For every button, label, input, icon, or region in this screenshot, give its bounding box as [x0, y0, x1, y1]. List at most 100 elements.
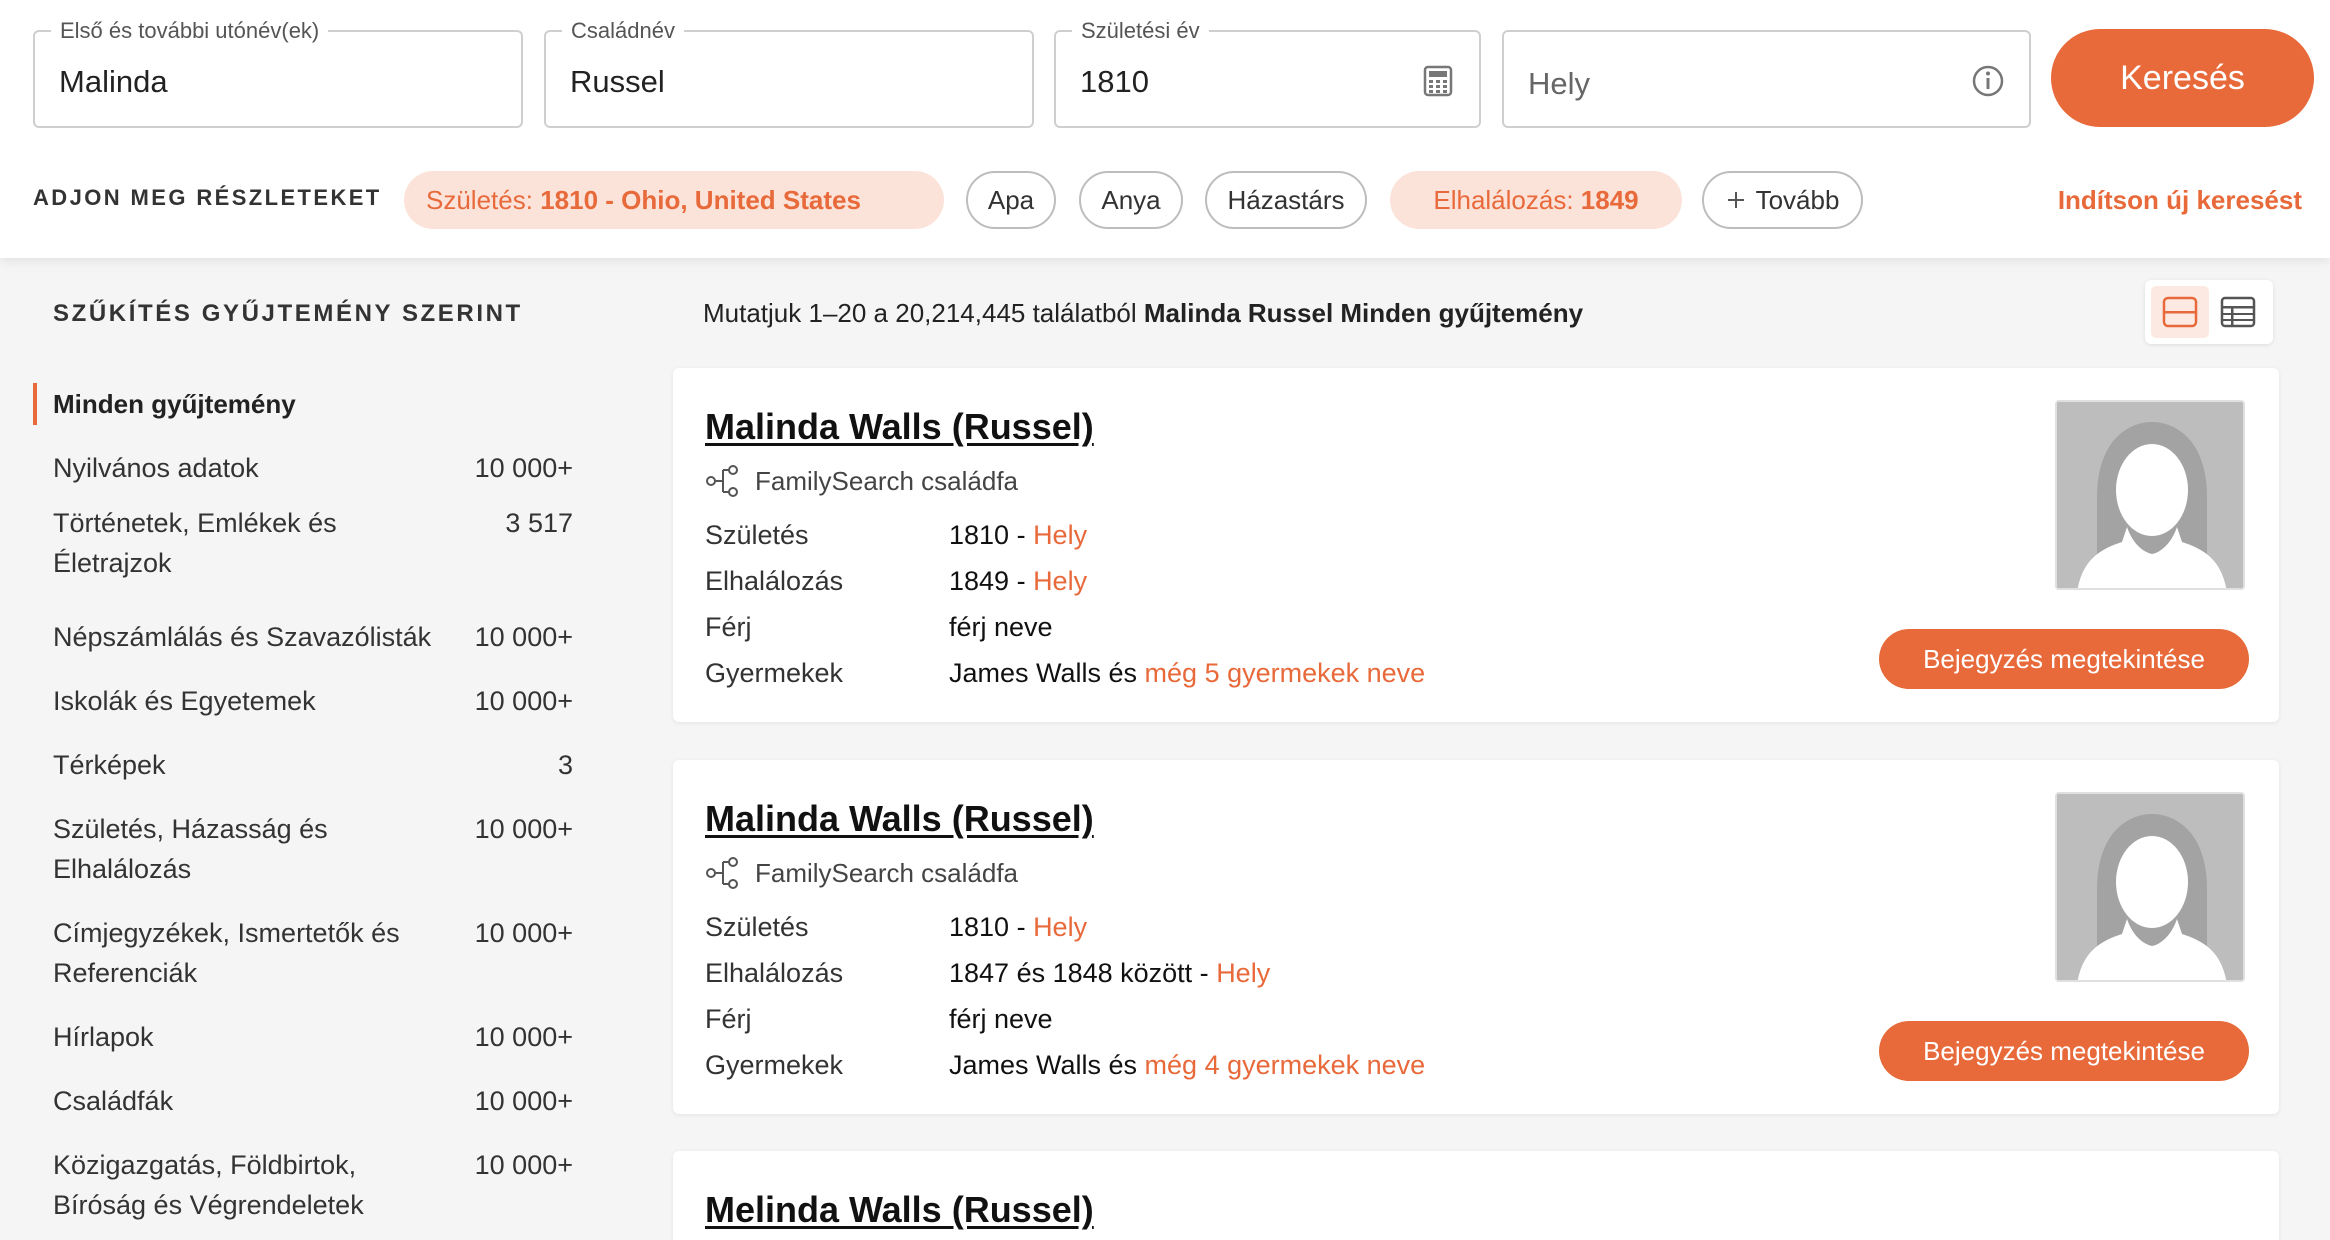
birth-value: 1810 - Hely — [949, 912, 1087, 943]
more-chip-label: Tovább — [1755, 184, 1840, 215]
birth-place-link[interactable]: Hely — [1033, 912, 1087, 942]
death-place-link[interactable]: Hely — [1033, 566, 1087, 596]
view-record-button[interactable]: Bejegyzés megtekintése — [1879, 629, 2249, 689]
person-name-link[interactable]: Melinda Walls (Russel) — [705, 1189, 1094, 1231]
details-label: ADJON MEG RÉSZLETEKET — [33, 185, 382, 210]
view-record-button[interactable]: Bejegyzés megtekintése — [1879, 1021, 2249, 1081]
sidebar-item-all[interactable]: Minden gyűjtemény — [33, 383, 296, 425]
result-card: Malinda Walls (Russel) FamilySearch csal… — [673, 368, 2279, 722]
birth-year-value[interactable]: 1810 — [1080, 64, 1149, 100]
children-value: James Walls és még 5 gyermekek neve — [949, 658, 1425, 689]
sidebar-item-count: 10 000+ — [474, 814, 573, 844]
sidebar-item-count: 10 000+ — [474, 453, 573, 483]
spouse-name-link[interactable]: férj neve — [949, 1004, 1053, 1035]
sidebar-item-label: Népszámlálás és Szavazólisták — [53, 622, 432, 652]
spouse-label: Férj — [705, 612, 752, 642]
death-chip-value: 1849 — [1580, 184, 1639, 215]
given-name-field[interactable]: Első és további utónév(ek) Malinda — [33, 18, 523, 128]
sidebar-item-vital-records[interactable]: Születés, Házasság és Elhalálozás 10 000… — [53, 809, 573, 889]
father-chip[interactable]: Apa — [966, 171, 1056, 229]
sidebar-item-label: Születés, Házasság és Elhalálozás — [53, 814, 328, 884]
children-label: Gyermekek — [705, 658, 844, 688]
sidebar-item-count: 10 000+ — [474, 918, 573, 948]
family-tree-icon — [705, 856, 755, 890]
sidebar-item-label: Címjegyzékek, Ismertetők és Referenciák — [53, 918, 400, 988]
source-line: FamilySearch családfa — [705, 856, 1018, 890]
results-summary-query: Malinda Russel Minden gyűjtemény — [1143, 298, 1584, 328]
surname-value[interactable]: Russel — [570, 64, 665, 100]
person-name-link[interactable]: Malinda Walls (Russel) — [705, 406, 1094, 448]
mother-chip[interactable]: Anya — [1079, 171, 1183, 229]
birth-chip-value: 1810 - Ohio, United States — [540, 184, 861, 215]
death-value: 1847 és 1848 között - Hely — [949, 958, 1270, 989]
death-date: 1847 és 1848 között - — [949, 958, 1217, 988]
birth-chip[interactable]: Születés: 1810 - Ohio, United States — [404, 171, 944, 229]
surname-field[interactable]: Családnév Russel — [544, 18, 1034, 128]
collection-filter-sidebar: SZŰKÍTÉS GYŰJTEMÉNY SZERINT Minden gyűjt… — [0, 258, 640, 1240]
result-card: Melinda Walls (Russel) — [673, 1151, 2279, 1240]
female-silhouette-icon — [2055, 792, 2245, 982]
source-label: FamilySearch családfa — [755, 857, 1018, 888]
sidebar-item-count: 10 000+ — [474, 1086, 573, 1116]
result-card: Malinda Walls (Russel) FamilySearch csal… — [673, 760, 2279, 1114]
calendar-icon[interactable] — [1421, 64, 1455, 98]
more-children-link[interactable]: még 4 gyermekek neve — [1145, 1050, 1426, 1080]
sidebar-item-label: Iskolák és Egyetemek — [53, 686, 316, 716]
spouse-name-link[interactable]: férj neve — [949, 612, 1053, 643]
more-children-link[interactable]: még 5 gyermekek neve — [1145, 658, 1426, 688]
new-search-link[interactable]: Indítson új keresést — [2058, 185, 2302, 216]
birth-label: Születés — [705, 912, 809, 942]
death-value: 1849 - Hely — [949, 566, 1087, 597]
birth-year-field[interactable]: Születési év 1810 — [1054, 18, 1481, 128]
birth-date: 1810 - — [949, 912, 1034, 942]
source-label: FamilySearch családfa — [755, 465, 1018, 496]
info-icon[interactable] — [1971, 64, 2005, 98]
sidebar-item-label: Nyilvános adatok — [53, 453, 259, 483]
sidebar-item-count: 3 517 — [505, 508, 573, 538]
death-chip-prefix: Elhalálozás: — [1433, 184, 1574, 215]
birth-place-link[interactable]: Hely — [1033, 520, 1087, 550]
birth-year-label: Születési év — [1072, 18, 1209, 44]
birth-date: 1810 - — [949, 520, 1034, 550]
plus-icon — [1726, 190, 1746, 210]
search-button[interactable]: Keresés — [2051, 29, 2314, 127]
death-chip[interactable]: Elhalálozás: 1849 — [1390, 171, 1682, 229]
death-place-link[interactable]: Hely — [1216, 958, 1270, 988]
place-placeholder[interactable]: Hely — [1528, 66, 1590, 102]
place-field[interactable]: Hely — [1502, 30, 2031, 128]
sidebar-item-census[interactable]: Népszámlálás és Szavazólisták 10 000+ — [53, 617, 573, 657]
search-bar: Első és további utónév(ek) Malinda Csalá… — [0, 0, 2330, 258]
more-chip[interactable]: Tovább — [1702, 171, 1863, 229]
sidebar-title: SZŰKÍTÉS GYŰJTEMÉNY SZERINT — [53, 300, 523, 327]
female-silhouette-icon — [2055, 400, 2245, 590]
given-name-value[interactable]: Malinda — [59, 64, 168, 100]
sidebar-item-family-trees[interactable]: Családfák 10 000+ — [53, 1081, 573, 1121]
results-summary-prefix: Mutatjuk 1–20 a 20,214,445 találatból — [703, 298, 1144, 328]
source-line: FamilySearch családfa — [705, 464, 1018, 498]
death-label: Elhalálozás — [705, 566, 844, 596]
children-names: James Walls és — [949, 658, 1145, 688]
spouse-label: Férj — [705, 1004, 752, 1034]
sidebar-item-public-records[interactable]: Nyilvános adatok 10 000+ — [53, 448, 573, 488]
list-view-icon[interactable] — [2151, 286, 2209, 338]
spouse-chip[interactable]: Házastárs — [1205, 171, 1367, 229]
sidebar-item-label: Hírlapok — [53, 1022, 154, 1052]
sidebar-item-directories[interactable]: Címjegyzékek, Ismertetők és Referenciák … — [53, 913, 573, 993]
sidebar-item-schools[interactable]: Iskolák és Egyetemek 10 000+ — [53, 681, 573, 721]
person-name-link[interactable]: Malinda Walls (Russel) — [705, 798, 1094, 840]
sidebar-item-count: 10 000+ — [474, 1022, 573, 1052]
sidebar-item-newspapers[interactable]: Hírlapok 10 000+ — [53, 1017, 573, 1057]
table-view-icon[interactable] — [2209, 286, 2267, 338]
sidebar-item-count: 10 000+ — [474, 1150, 573, 1180]
sidebar-item-count: 10 000+ — [474, 622, 573, 652]
sidebar-item-government[interactable]: Közigazgatás, Földbirtok, Bíróság és Vég… — [53, 1145, 573, 1225]
sidebar-item-stories[interactable]: Történetek, Emlékek és Életrajzok 3 517 — [53, 503, 573, 583]
sidebar-item-label: Történetek, Emlékek és Életrajzok — [53, 508, 337, 578]
sidebar-item-maps[interactable]: Térképek 3 — [53, 745, 573, 785]
given-name-label: Első és további utónév(ek) — [51, 18, 329, 44]
children-label: Gyermekek — [705, 1050, 844, 1080]
birth-value: 1810 - Hely — [949, 520, 1087, 551]
sidebar-item-count: 10 000+ — [474, 686, 573, 716]
birth-label: Születés — [705, 520, 809, 550]
children-names: James Walls és — [949, 1050, 1145, 1080]
